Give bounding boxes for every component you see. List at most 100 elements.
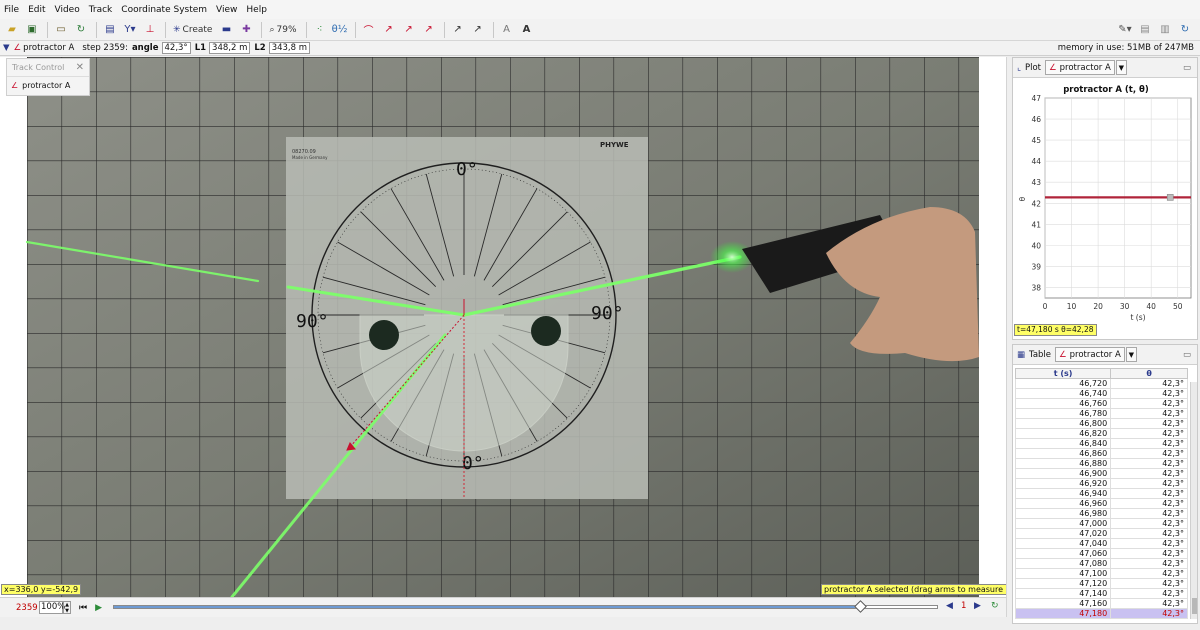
table-scrollbar[interactable]	[1190, 382, 1197, 619]
create-button[interactable]: ✳ Create	[170, 21, 215, 39]
table-row[interactable]: 47,060 42,3°	[1014, 548, 1188, 559]
table-row[interactable]: 47,160 42,3°	[1014, 598, 1188, 609]
column-header-theta[interactable]: θ	[1110, 368, 1188, 379]
cell-theta: 42,3°	[1110, 518, 1188, 529]
menu-file[interactable]: File	[4, 5, 19, 15]
lens-mount-right	[531, 316, 561, 346]
zoom-button[interactable]: ⌕ 79%	[266, 21, 299, 39]
minimize-icon[interactable]: ▭	[1183, 350, 1191, 360]
video-panel[interactable]: 0° 90° 90° 0° PHYWE 08270.09 Made in Ger…	[0, 57, 1006, 597]
table-row[interactable]: 46,800 42,3°	[1014, 418, 1188, 429]
axes-icon[interactable]: ⊥	[141, 21, 159, 39]
memory-status[interactable]: memory in use: 51MB of 247MB	[1058, 43, 1194, 53]
rate-spinner[interactable]: ▲ ▼	[63, 601, 71, 614]
labels-icon[interactable]: θ½	[331, 21, 349, 39]
refresh-link-icon[interactable]: ↻	[72, 21, 90, 39]
table-scrollbar-thumb[interactable]	[1192, 598, 1197, 614]
vector-sum-icon[interactable]: ↗	[449, 21, 467, 39]
column-header-t[interactable]: t (s)	[1014, 368, 1112, 379]
play-icon[interactable]: ▶	[95, 603, 102, 613]
table-track-label: protractor A	[1069, 349, 1121, 360]
track-control-item[interactable]: ∠ protractor A	[7, 76, 89, 94]
table-row[interactable]: 46,780 42,3°	[1014, 408, 1188, 419]
menu-video[interactable]: Video	[55, 5, 80, 15]
frame-number[interactable]: 2359	[16, 603, 38, 613]
notes-icon[interactable]: ▤	[1136, 21, 1154, 39]
properties-icon[interactable]: ▥	[1156, 21, 1174, 39]
open-folder-icon[interactable]: ▰	[3, 21, 21, 39]
table-row[interactable]: 46,840 42,3°	[1014, 438, 1188, 449]
menu-coordinate-system[interactable]: Coordinate System	[121, 5, 207, 15]
plot-track-button[interactable]: ∠ protractor A	[1045, 60, 1115, 75]
table-row[interactable]: 47,140 42,3°	[1014, 588, 1188, 599]
chevron-down-icon[interactable]: ▼	[1115, 60, 1127, 75]
rate-field[interactable]: 100%	[39, 601, 65, 614]
track-selector[interactable]: protractor A	[23, 43, 74, 53]
video-frame[interactable]: 0° 90° 90° 0° PHYWE 08270.09 Made in Ger…	[0, 57, 1006, 597]
table-row[interactable]: 47,040 42,3°	[1014, 538, 1188, 549]
minimize-icon[interactable]: ▭	[1183, 63, 1191, 73]
open-video-icon[interactable]: ▭	[52, 21, 70, 39]
scale-label-right: 90°	[591, 303, 624, 324]
table-row[interactable]: 47,100 42,3°	[1014, 568, 1188, 579]
table-row[interactable]: 46,900 42,3°	[1014, 468, 1188, 479]
velocity-icon[interactable]: ↗	[400, 21, 418, 39]
menu-edit[interactable]: Edit	[28, 5, 45, 15]
reset-icon[interactable]: ⏮	[79, 603, 87, 613]
vector-stretch-icon[interactable]: ↗	[469, 21, 487, 39]
step-size[interactable]: 1	[961, 601, 966, 611]
cell-time: 46,820	[1014, 428, 1112, 439]
path-icon[interactable]: ⌒	[360, 21, 378, 39]
loop-icon[interactable]: ↻	[991, 601, 999, 611]
track-menu-chevron-icon[interactable]: ▼	[3, 43, 10, 53]
protractor-icon: ∠	[11, 81, 19, 90]
menu-track[interactable]: Track	[89, 5, 113, 15]
video-slider-fill	[114, 606, 861, 608]
menu-view[interactable]: View	[216, 5, 237, 15]
clip-settings-icon[interactable]: ▤	[101, 21, 119, 39]
save-icon[interactable]: ▣	[23, 21, 41, 39]
tape-measure-icon[interactable]: ▬	[217, 21, 235, 39]
table-row[interactable]: 46,980 42,3°	[1014, 508, 1188, 519]
step-back-icon[interactable]: ◀	[946, 601, 953, 611]
trails-icon[interactable]: ⁖	[311, 21, 329, 39]
table-row[interactable]: 46,720 42,3°	[1014, 378, 1188, 389]
table-row[interactable]: 46,860 42,3°	[1014, 448, 1188, 459]
table-row[interactable]: 46,920 42,3°	[1014, 478, 1188, 489]
step-forward-icon[interactable]: ▶	[974, 601, 981, 611]
toolbar-separator	[443, 21, 445, 38]
table-row[interactable]: 47,000 42,3°	[1014, 518, 1188, 529]
l1-field[interactable]: 348,2 m	[209, 42, 251, 54]
font-smaller-icon[interactable]: A	[498, 21, 516, 39]
y-axis-label: θ	[1018, 196, 1027, 201]
zoom-magnifier-icon: ⌕	[269, 24, 275, 35]
video-slider-thumb[interactable]	[853, 600, 867, 613]
font-larger-icon[interactable]: A	[518, 21, 536, 39]
table-row[interactable]: 46,960 42,3°	[1014, 498, 1188, 509]
filter-icon[interactable]: Y▾	[121, 21, 139, 39]
table-row[interactable]: 46,740 42,3°	[1014, 388, 1188, 399]
menu-help[interactable]: Help	[246, 5, 267, 15]
plot-chart[interactable]: 0 10 20 30 40 50 38 39 40 41 42 43 44 45 46 47 t (s) θ	[1013, 78, 1199, 340]
step-label: step 2359:	[82, 43, 128, 53]
table-row[interactable]: 46,880 42,3°	[1014, 458, 1188, 469]
position-icon[interactable]: ↗	[380, 21, 398, 39]
table-row[interactable]: 47,180 42,3°	[1014, 608, 1188, 619]
acceleration-icon[interactable]: ↗	[420, 21, 438, 39]
l2-field[interactable]: 343,8 m	[268, 42, 311, 54]
table-row[interactable]: 46,940 42,3°	[1014, 488, 1188, 499]
table-row[interactable]: 47,080 42,3°	[1014, 558, 1188, 569]
video-slider[interactable]	[113, 600, 938, 613]
table-row[interactable]: 46,760 42,3°	[1014, 398, 1188, 409]
chevron-down-icon[interactable]: ▼	[1125, 347, 1137, 362]
track-tools-icon[interactable]: ✚	[237, 21, 255, 39]
table-track-button[interactable]: ∠ protractor A	[1055, 347, 1125, 362]
table-row[interactable]: 47,020 42,3°	[1014, 528, 1188, 539]
pencil-draw-icon[interactable]: ✎▾	[1116, 21, 1134, 39]
table-row[interactable]: 47,120 42,3°	[1014, 578, 1188, 589]
refresh-icon[interactable]: ↻	[1176, 21, 1194, 39]
table-row[interactable]: 46,820 42,3°	[1014, 428, 1188, 439]
angle-field[interactable]: 42,3°	[161, 42, 191, 54]
close-icon[interactable]: ✕	[76, 62, 84, 73]
table-grid-icon: ▦	[1017, 349, 1026, 360]
